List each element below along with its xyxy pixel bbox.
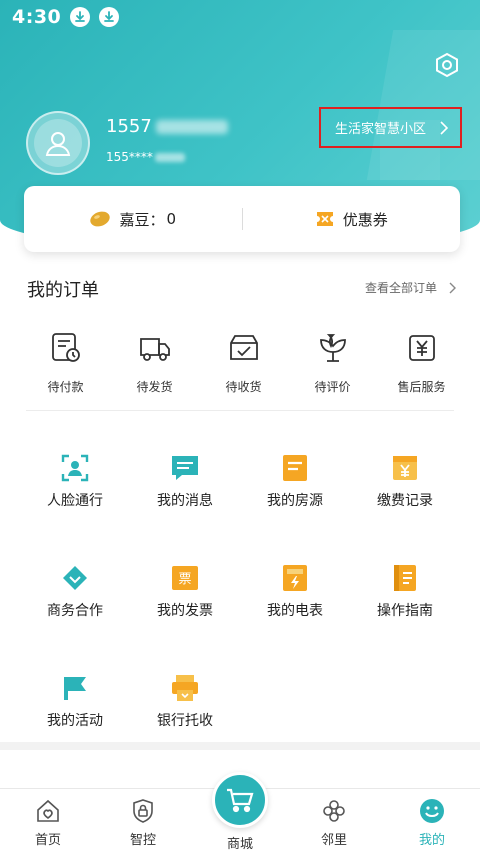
user-phone: 155**** [106, 150, 185, 164]
shield-lock-icon [129, 797, 157, 825]
nav-label: 智控 [129, 833, 156, 848]
order-after-sales[interactable]: 售后服务 [377, 330, 466, 395]
service-label: 我的发票 [157, 603, 213, 619]
beans-entry[interactable]: 嘉豆： 0 [24, 209, 242, 230]
nav-label: 我的 [418, 833, 445, 848]
status-time: 4:30 [12, 6, 62, 28]
order-pending-review[interactable]: 待评价 [288, 330, 377, 395]
redacted-text [154, 152, 185, 162]
service-label: 银行托收 [157, 713, 213, 729]
pending-review-icon [315, 330, 351, 366]
settings-button[interactable] [432, 50, 462, 80]
download-icon [70, 7, 91, 27]
after-sales-icon [404, 330, 440, 366]
hexagon-settings-icon [436, 52, 458, 78]
chevron-right-icon [449, 282, 457, 293]
coupon-entry[interactable]: 优惠券 [243, 209, 461, 230]
view-all-orders-link[interactable]: 查看全部订单 [365, 279, 457, 296]
order-item-label: 待收货 [225, 380, 262, 394]
orders-title: 我的订单 [27, 280, 99, 301]
divider [26, 410, 454, 411]
nav-neighbors[interactable]: 邻里 [304, 797, 364, 848]
nav-label: 首页 [34, 833, 61, 848]
order-item-label: 待评价 [314, 380, 351, 394]
service-bank[interactable]: 银行托收 [130, 672, 240, 730]
community-link-label: 生活家智慧小区 [334, 122, 426, 137]
face-access-icon [59, 452, 91, 484]
order-status-row: 待付款 待发货 待收货 待评价 售后服务 [0, 330, 480, 395]
nav-control[interactable]: 智控 [113, 797, 173, 848]
service-label: 操作指南 [377, 603, 433, 619]
nav-mine[interactable]: 我的 [402, 797, 462, 848]
avatar[interactable] [26, 111, 90, 175]
service-label: 我的电表 [267, 603, 323, 619]
order-item-label: 待发货 [136, 380, 173, 394]
user-name-text: 1557 [106, 116, 152, 137]
bean-icon [90, 211, 111, 227]
clover-icon [320, 797, 348, 825]
order-item-label: 待付款 [47, 380, 84, 394]
nav-mall-button[interactable] [212, 772, 268, 828]
service-label: 我的房源 [267, 493, 323, 509]
service-property[interactable]: 我的房源 [240, 452, 350, 510]
guide-icon [389, 562, 421, 594]
order-pending-receipt[interactable]: 待收货 [199, 330, 288, 395]
redacted-text [155, 119, 228, 134]
service-guide[interactable]: 操作指南 [350, 562, 460, 620]
service-label: 人脸通行 [47, 493, 103, 509]
section-divider [0, 742, 480, 750]
home-icon [34, 797, 62, 825]
nav-label: 商城 [226, 837, 253, 852]
smiley-icon [418, 797, 446, 825]
pending-shipment-icon [137, 330, 173, 366]
user-phone-text: 155**** [106, 150, 153, 164]
message-icon [169, 452, 201, 484]
nav-label: 邻里 [320, 833, 347, 848]
service-messages[interactable]: 我的消息 [130, 452, 240, 510]
service-label: 缴费记录 [377, 493, 433, 509]
pending-receipt-icon [226, 330, 262, 366]
payment-record-icon [389, 452, 421, 484]
user-name: 1557 [106, 116, 228, 137]
download-icon [99, 7, 120, 27]
cart-icon [227, 788, 254, 813]
coupon-icon [316, 212, 333, 226]
service-activity[interactable]: 我的活动 [20, 672, 130, 730]
user-icon [45, 132, 71, 156]
service-meter[interactable]: 我的电表 [240, 562, 350, 620]
service-label: 我的活动 [47, 713, 103, 729]
service-face-access[interactable]: 人脸通行 [20, 452, 130, 510]
property-icon [279, 452, 311, 484]
asset-card: 嘉豆： 0 优惠券 [24, 186, 460, 252]
order-pending-payment[interactable]: 待付款 [21, 330, 110, 395]
service-payment-record[interactable]: 缴费记录 [350, 452, 460, 510]
service-business[interactable]: 商务合作 [20, 562, 130, 620]
invoice-icon: 票 [169, 562, 201, 594]
meter-icon [279, 562, 311, 594]
coupon-label: 优惠券 [342, 210, 388, 229]
nav-home[interactable]: 首页 [18, 797, 78, 848]
view-all-orders-label: 查看全部订单 [365, 281, 438, 295]
order-item-label: 售后服务 [397, 380, 446, 394]
beans-label: 嘉豆： [119, 210, 165, 229]
status-bar: 4:30 [0, 0, 480, 34]
order-pending-shipment[interactable]: 待发货 [110, 330, 199, 395]
community-link[interactable]: 生活家智慧小区 [319, 107, 462, 148]
svg-text:票: 票 [178, 572, 191, 587]
business-icon [59, 562, 91, 594]
chevron-right-icon [440, 120, 448, 135]
service-label: 我的消息 [157, 493, 213, 509]
activity-icon [59, 672, 91, 704]
bank-icon [169, 672, 201, 704]
pending-payment-icon [48, 330, 84, 366]
service-label: 商务合作 [47, 603, 103, 619]
service-invoice[interactable]: 票 我的发票 [130, 562, 240, 620]
beans-value: 0 [166, 210, 177, 228]
